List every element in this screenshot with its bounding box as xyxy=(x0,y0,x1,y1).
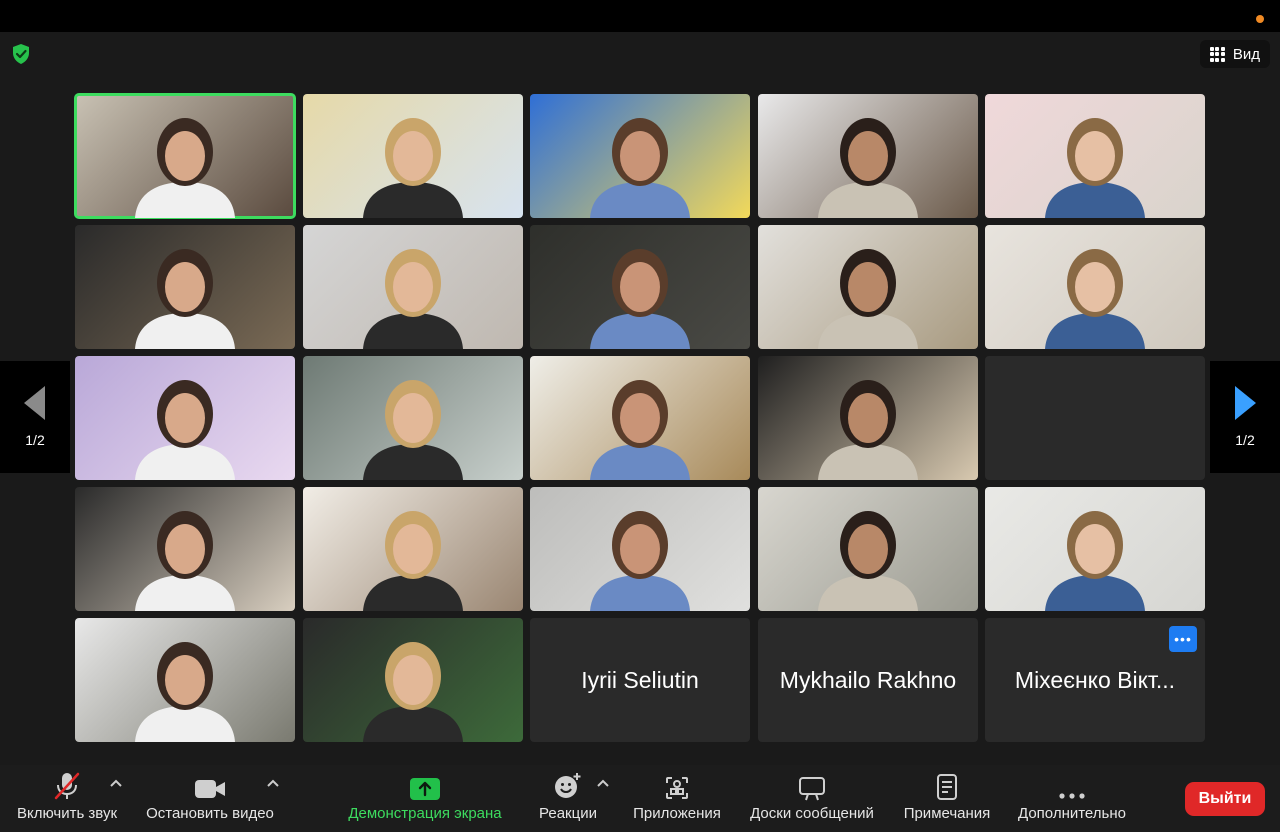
participant-video-icon xyxy=(590,511,690,611)
participant-tile[interactable] xyxy=(303,225,523,349)
participant-tile[interactable] xyxy=(303,618,523,742)
next-page-button[interactable]: 1/2 xyxy=(1210,361,1280,473)
participant-tile[interactable] xyxy=(530,487,750,611)
view-label: Вид xyxy=(1232,45,1260,63)
participant-video-icon xyxy=(1045,511,1145,611)
participant-video-icon xyxy=(135,118,235,218)
participant-tile[interactable] xyxy=(303,94,523,218)
reactions-options-caret[interactable] xyxy=(596,777,610,789)
participant-tile[interactable] xyxy=(530,94,750,218)
page-indicator-left: 1/2 xyxy=(25,432,45,448)
share-screen-button[interactable]: Демонстрация экрана xyxy=(340,765,510,832)
stop-video-label: Остановить видео xyxy=(146,805,274,822)
notes-icon xyxy=(937,774,957,800)
participant-tile[interactable]: Mykhailo Rakhno xyxy=(758,618,978,742)
participant-name: Mykhailo Rakhno xyxy=(779,666,957,693)
participant-name: Iyrii Seliutin xyxy=(581,666,699,693)
participant-tile[interactable] xyxy=(75,356,295,480)
notes-button[interactable]: Примечания xyxy=(896,765,998,832)
unmute-button[interactable]: Включить звук xyxy=(8,765,126,832)
participant-video-icon xyxy=(818,511,918,611)
unmute-label: Включить звук xyxy=(16,805,118,822)
leave-button[interactable]: Выйти xyxy=(1185,782,1265,816)
participant-video-icon xyxy=(363,118,463,218)
participant-video-icon xyxy=(135,642,235,742)
apps-label: Приложения xyxy=(633,805,721,822)
apps-icon xyxy=(666,777,688,799)
participant-video-icon xyxy=(135,511,235,611)
participant-video-icon xyxy=(818,380,918,480)
participant-tile[interactable] xyxy=(530,356,750,480)
participant-tile[interactable]: Міхеєнко Вікт... ••• xyxy=(985,618,1205,742)
chevron-left-icon xyxy=(24,386,45,420)
participant-tile[interactable]: Iyrii Seliutin xyxy=(530,618,750,742)
participant-tile[interactable] xyxy=(75,487,295,611)
share-screen-label: Демонстрация экрана xyxy=(348,805,502,822)
participant-tile[interactable] xyxy=(758,356,978,480)
grid-icon xyxy=(1209,46,1225,62)
participant-tile[interactable] xyxy=(985,94,1205,218)
participant-video-icon xyxy=(590,249,690,349)
more-button[interactable]: Дополнительно xyxy=(1012,765,1132,832)
whiteboards-button[interactable]: Доски сообщений xyxy=(742,765,882,832)
whiteboards-label: Доски сообщений xyxy=(750,805,874,822)
participant-video-icon xyxy=(363,511,463,611)
participant-video-icon xyxy=(363,380,463,480)
emoji-reaction-icon xyxy=(555,773,581,798)
participant-tile[interactable] xyxy=(985,487,1205,611)
view-button[interactable]: Вид xyxy=(1199,40,1270,68)
participant-tile[interactable] xyxy=(985,225,1205,349)
meeting-toolbar: Включить звук Остановить видео Демонстра… xyxy=(0,765,1280,832)
participant-tile[interactable] xyxy=(530,225,750,349)
participant-tile[interactable] xyxy=(303,487,523,611)
participant-video-icon xyxy=(590,380,690,480)
participant-tile[interactable] xyxy=(75,618,295,742)
participant-video-icon xyxy=(363,642,463,742)
notes-label: Примечания xyxy=(903,805,991,822)
participant-video-icon xyxy=(818,249,918,349)
stop-video-button[interactable]: Остановить видео xyxy=(140,765,280,832)
participant-video-icon xyxy=(135,380,235,480)
participant-tile[interactable] xyxy=(758,487,978,611)
video-options-caret[interactable] xyxy=(266,777,280,789)
chevron-right-icon xyxy=(1235,386,1256,420)
participant-video-icon xyxy=(363,249,463,349)
participant-tile[interactable] xyxy=(758,94,978,218)
video-camera-icon xyxy=(195,780,225,798)
window-titlebar xyxy=(0,0,1280,32)
audio-options-caret[interactable] xyxy=(109,777,123,789)
participant-tile[interactable] xyxy=(75,225,295,349)
apps-button[interactable]: Приложения xyxy=(627,765,727,832)
recording-indicator xyxy=(1256,15,1264,23)
mic-muted-icon xyxy=(54,772,80,800)
reactions-label: Реакции xyxy=(539,805,597,822)
prev-page-button[interactable]: 1/2 xyxy=(0,361,70,473)
participant-video-icon xyxy=(590,118,690,218)
participant-more-options-icon[interactable]: ••• xyxy=(1169,626,1197,652)
participant-tile[interactable] xyxy=(303,356,523,480)
participant-tile[interactable] xyxy=(758,225,978,349)
whiteboard-icon xyxy=(799,777,825,801)
participant-video-icon xyxy=(818,118,918,218)
page-indicator-right: 1/2 xyxy=(1235,432,1255,448)
participant-video-icon xyxy=(1045,249,1145,349)
meeting-stage: Вид 1/2 1/2 Iyrii Seliutin Mykhailo Rakhn… xyxy=(0,32,1280,765)
share-screen-icon xyxy=(410,778,440,800)
reactions-button[interactable]: Реакции xyxy=(528,765,608,832)
participant-video-icon xyxy=(1045,118,1145,218)
more-label: Дополнительно xyxy=(1018,805,1126,822)
participant-video-icon xyxy=(135,249,235,349)
shield-check-icon[interactable] xyxy=(11,43,31,65)
more-dots-icon xyxy=(1059,793,1085,799)
participant-tile xyxy=(985,356,1205,480)
participant-tile[interactable] xyxy=(74,93,296,219)
